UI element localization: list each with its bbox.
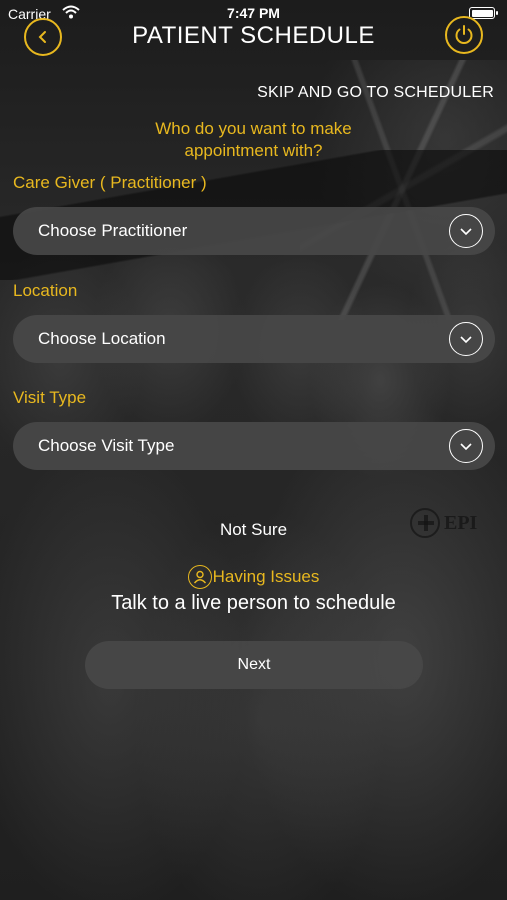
page-title: PATIENT SCHEDULE bbox=[132, 22, 375, 49]
location-select-value: Choose Location bbox=[38, 329, 166, 348]
practitioner-label: Care Giver ( Practitioner ) bbox=[13, 173, 207, 192]
not-sure-link[interactable]: Not Sure bbox=[0, 520, 507, 540]
practitioner-select[interactable]: Choose Practitioner bbox=[13, 207, 495, 255]
chevron-down-icon bbox=[449, 214, 483, 248]
chevron-down-icon bbox=[449, 429, 483, 463]
battery-icon bbox=[469, 7, 498, 19]
visit-type-select[interactable]: Choose Visit Type bbox=[13, 422, 495, 470]
location-select[interactable]: Choose Location bbox=[13, 315, 495, 363]
having-issues-label: Having Issues bbox=[212, 567, 320, 586]
visit-type-select-value: Choose Visit Type bbox=[38, 436, 175, 455]
visit-type-label: Visit Type bbox=[13, 388, 87, 407]
question-line-2: appointment with? bbox=[184, 141, 323, 160]
chevron-down-icon bbox=[449, 322, 483, 356]
skip-to-scheduler-link[interactable]: SKIP AND GO TO SCHEDULER bbox=[257, 84, 494, 102]
user-icon bbox=[187, 565, 212, 589]
having-issues-link[interactable]: Having Issues bbox=[0, 565, 507, 589]
next-button[interactable]: Next bbox=[85, 641, 423, 689]
power-icon bbox=[455, 25, 473, 44]
question-line-1: Who do you want to make bbox=[155, 119, 352, 138]
question-text: Who do you want to make appointment with… bbox=[0, 118, 507, 162]
logout-button[interactable] bbox=[445, 16, 483, 54]
status-time: 7:47 PM bbox=[227, 5, 280, 21]
practitioner-select-value: Choose Practitioner bbox=[38, 221, 188, 240]
live-person-text[interactable]: Talk to a live person to schedule bbox=[0, 592, 507, 615]
screen: Carrier 7:47 PM PATIENT SCHEDULE SKIP AN… bbox=[0, 0, 507, 900]
location-label: Location bbox=[13, 281, 78, 300]
